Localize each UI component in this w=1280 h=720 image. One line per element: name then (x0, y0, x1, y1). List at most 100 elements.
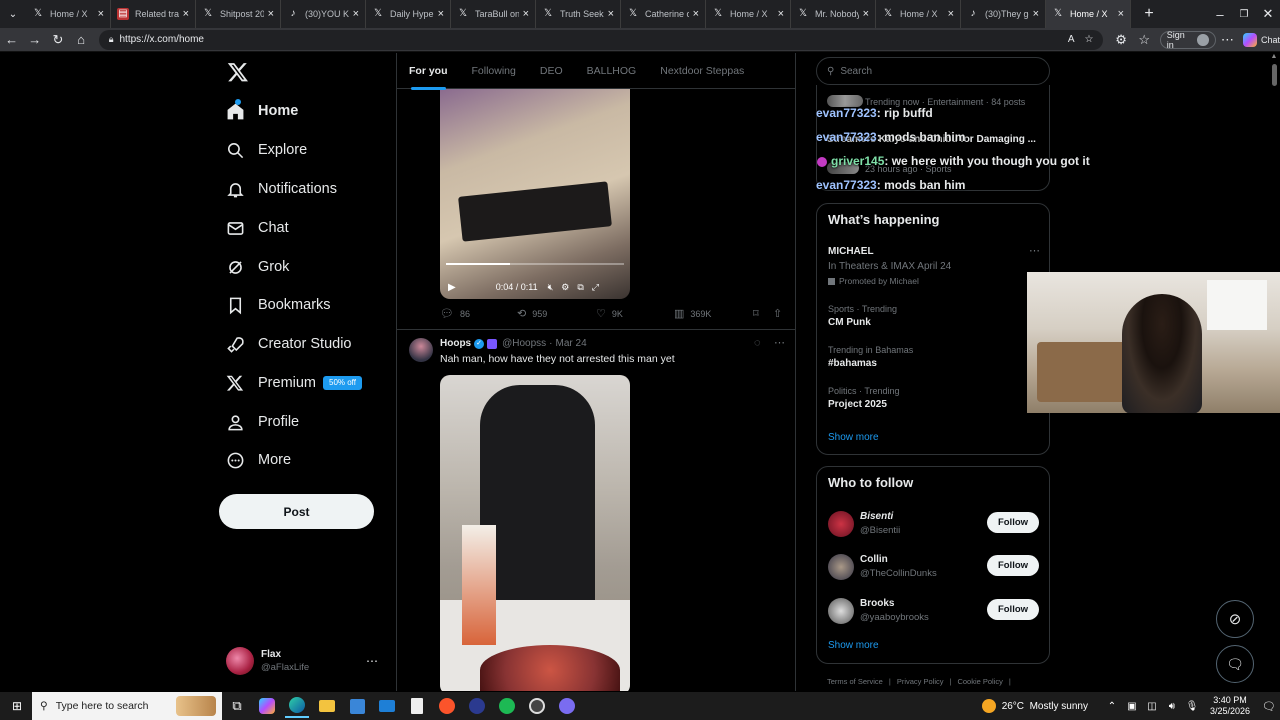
nav-item-premium[interactable]: Premium (225, 368, 316, 398)
tweet-video[interactable]: ▶ 0:04 / 0:11 🔇︎ ⚙ ⧉ ⤢ (440, 89, 630, 299)
minimize-button[interactable]: – (1208, 7, 1232, 22)
bookmark-action[interactable]: ⌑ (753, 307, 765, 320)
close-tab-icon[interactable]: × (693, 8, 699, 20)
video-progress-track[interactable] (446, 263, 624, 265)
repost-action[interactable]: ⟲ 959 (517, 307, 547, 320)
nav-item-chat[interactable]: Chat (225, 213, 289, 243)
browser-tab[interactable]: 𝕏 Mr. Nobody × (791, 0, 876, 28)
favorite-star-icon[interactable]: ☆ (1084, 34, 1093, 45)
refresh-icon[interactable]: ↻ (46, 32, 69, 48)
follow-suggestion[interactable]: Brooks @yaaboybrooks Follow (817, 594, 1049, 626)
restore-button[interactable]: ❐ (1232, 9, 1256, 20)
clock[interactable]: 3:40 PM 3/25/2026 (1210, 695, 1250, 717)
browser-tab[interactable]: 𝕏 Daily Hyperp × (366, 0, 451, 28)
footer-link-privacy[interactable]: Privacy Policy (897, 677, 944, 686)
microphone-icon[interactable]: 🎙︎ (1185, 694, 1199, 718)
account-more-icon[interactable]: ⋯ (366, 654, 378, 668)
close-tab-icon[interactable]: × (353, 8, 359, 20)
reply-action[interactable]: 💬︎ 86 (440, 307, 470, 320)
close-tab-icon[interactable]: × (948, 8, 954, 20)
store-icon[interactable] (345, 694, 369, 718)
nav-item-profile[interactable]: Profile (225, 407, 299, 437)
footer-link-cookie[interactable]: Cookie Policy (957, 677, 1002, 686)
brave-icon[interactable] (435, 694, 459, 718)
close-window-button[interactable]: ✕ (1256, 6, 1280, 22)
volume-icon[interactable]: 🔊︎ (1165, 694, 1179, 718)
copilot-chat-button[interactable]: Chat (1243, 32, 1280, 47)
tab-following[interactable]: Following (460, 65, 528, 77)
tab-nextdoor-steppas[interactable]: Nextdoor Steppas (648, 65, 756, 77)
read-aloud-icon[interactable]: A (1068, 34, 1075, 45)
sign-in-button[interactable]: Sign in (1159, 30, 1216, 50)
nav-item-creator-studio[interactable]: Creator Studio (225, 329, 352, 359)
close-tab-icon[interactable]: × (268, 8, 274, 20)
search-input[interactable]: ⚲ Search (816, 57, 1050, 85)
browser-tab[interactable]: 𝕏 Home / X × (876, 0, 961, 28)
promo-trend[interactable]: MICHAEL In Theaters & IMAX April 24 Prom… (828, 244, 1040, 286)
file-explorer-icon[interactable] (315, 694, 339, 718)
mail-icon[interactable] (375, 694, 399, 718)
browser-tab[interactable]: 𝕏 Catherine on × (621, 0, 706, 28)
nav-item-home[interactable]: Home (225, 96, 298, 126)
nav-item-explore[interactable]: Explore (225, 135, 307, 165)
nav-item-grok[interactable]: Grok (225, 252, 289, 282)
post-button[interactable]: Post (219, 494, 374, 529)
x-logo-icon[interactable] (227, 61, 251, 85)
follow-button[interactable]: Follow (987, 555, 1039, 576)
follow-suggestion[interactable]: Bisenti @Bisentii Follow (817, 507, 1049, 539)
browser-tab[interactable]: ♪ (30)YOU KNO × (281, 0, 366, 28)
browser-tab[interactable]: 𝕏 TaraBull on X × (451, 0, 536, 28)
close-tab-icon[interactable]: × (1118, 8, 1124, 20)
tab-deo[interactable]: DEO (528, 65, 575, 77)
scrollbar-thumb[interactable] (1271, 64, 1277, 86)
tweet-date[interactable]: Mar 24 (556, 338, 587, 349)
follow-suggestion[interactable]: Collin @TheCollinDunks Follow (817, 550, 1049, 582)
tweet-author-handle[interactable]: @Hoopss (502, 338, 546, 349)
play-icon[interactable]: ▶ (448, 282, 456, 293)
forward-arrow-icon[interactable]: → (23, 32, 46, 47)
close-tab-icon[interactable]: × (523, 8, 529, 20)
browser-tab[interactable]: 𝕏 Home / X × (706, 0, 791, 28)
close-tab-icon[interactable]: × (863, 8, 869, 20)
share-action[interactable]: ⇧ (773, 307, 788, 320)
close-tab-icon[interactable]: × (438, 8, 444, 20)
start-windows-icon[interactable]: ⊞ (5, 694, 29, 718)
favorites-icon[interactable]: ☆ (1133, 32, 1156, 48)
grok-icon[interactable]: ◌ (754, 337, 761, 349)
trend-item[interactable]: Sports · Trending CM Punk (828, 304, 1040, 328)
close-tab-icon[interactable]: × (608, 8, 614, 20)
grok-fab[interactable]: ⊘ (1216, 600, 1254, 638)
views-action[interactable]: ▥ 369K (674, 307, 711, 320)
spotify-icon[interactable] (495, 694, 519, 718)
tweet-avatar[interactable] (409, 338, 433, 362)
close-tab-icon[interactable]: × (98, 8, 104, 20)
close-tab-icon[interactable]: × (778, 8, 784, 20)
pip-icon[interactable]: ⧉ (577, 282, 583, 293)
browser-tab[interactable]: 𝕏 Home / X × (1046, 0, 1131, 28)
close-tab-icon[interactable]: × (1033, 8, 1039, 20)
browser-tab[interactable]: 𝕏 Home / X × (26, 0, 111, 28)
account-switcher[interactable]: Flax @aFlaxLife ⋯ (226, 646, 386, 676)
address-bar[interactable]: 🔒︎ https://x.com/home A ☆ (98, 29, 1104, 50)
follow-show-more-link[interactable]: Show more (828, 640, 879, 651)
tray-app-icon[interactable]: ▣ (1125, 694, 1139, 718)
follow-button[interactable]: Follow (987, 599, 1039, 620)
copilot-taskbar-icon[interactable] (255, 694, 279, 718)
task-view-icon[interactable]: ⧉ (225, 694, 249, 718)
tab-ballhog[interactable]: BALLHOG (575, 65, 649, 77)
tweet-more-icon[interactable]: ⋯ (774, 336, 785, 349)
browser-tab[interactable]: ▤ Related track × (111, 0, 196, 28)
close-tab-icon[interactable]: × (183, 8, 189, 20)
nav-item-more[interactable]: More (225, 445, 291, 475)
like-action[interactable]: ♡ 9K (596, 307, 623, 320)
promo-more-icon[interactable]: ⋯ (1029, 244, 1040, 257)
tab-for-you[interactable]: For you (397, 65, 460, 90)
footer-link-terms[interactable]: Terms of Service (827, 677, 883, 686)
discord-icon[interactable] (555, 694, 579, 718)
messages-fab[interactable]: 🗨︎ (1216, 645, 1254, 683)
media-app-icon[interactable] (465, 694, 489, 718)
network-icon[interactable]: ◫ (1145, 694, 1159, 718)
show-more-link[interactable]: Show more (828, 432, 879, 443)
browser-tab[interactable]: 𝕏 Shitpost 207 × (196, 0, 281, 28)
tab-list-chevron-icon[interactable]: ⌄ (0, 9, 26, 20)
